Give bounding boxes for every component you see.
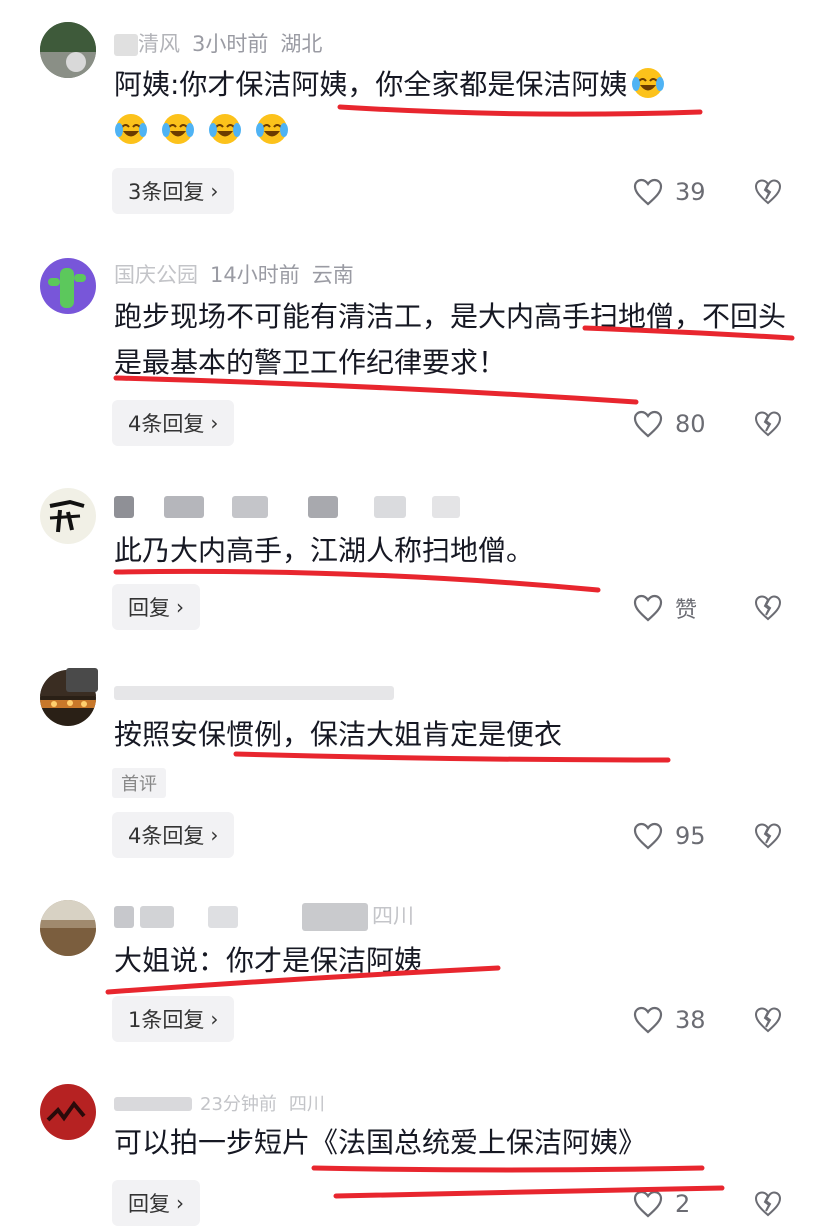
replies-label: 4条回复 bbox=[128, 412, 205, 436]
comment-meta: 国庆公园 14小时前 云南 bbox=[114, 259, 354, 289]
avatar[interactable] bbox=[40, 22, 96, 78]
time-blur bbox=[308, 496, 338, 518]
comment-text: 跑步现场不可能有清洁工，是大内高手扫地僧，不回头是最基本的警卫工作纪律要求！ bbox=[114, 300, 787, 379]
laugh-cry-emoji-icon bbox=[255, 112, 289, 146]
avatar-overlay-blur bbox=[66, 668, 98, 692]
like-button[interactable]: 38 bbox=[633, 1000, 706, 1040]
reply-button[interactable]: 回复 › bbox=[112, 584, 200, 630]
like-count: 2 bbox=[675, 1190, 691, 1218]
region-blur bbox=[374, 496, 406, 518]
dislike-broken-heart-icon[interactable] bbox=[754, 410, 782, 438]
comment-time: 3小时前 bbox=[192, 32, 269, 56]
comment-region: 四川 bbox=[288, 1094, 325, 1115]
region-blur bbox=[432, 496, 460, 518]
heart-icon bbox=[633, 594, 663, 622]
author-blur bbox=[208, 906, 238, 928]
avatar[interactable] bbox=[40, 900, 96, 956]
replies-label: 4条回复 bbox=[128, 824, 205, 848]
comment-meta: 清风 3小时前 湖北 bbox=[114, 28, 322, 58]
reply-label: 回复 bbox=[128, 596, 170, 620]
comment-meta: 四川 bbox=[114, 900, 414, 931]
comment-region: 云南 bbox=[311, 263, 354, 287]
like-button[interactable]: 2 bbox=[633, 1184, 690, 1224]
dislike-broken-heart-icon[interactable] bbox=[754, 178, 782, 206]
laugh-cry-emoji-icon bbox=[631, 66, 665, 100]
dislike-broken-heart-icon[interactable] bbox=[754, 1190, 782, 1218]
like-count: 95 bbox=[675, 822, 706, 850]
like-count: 39 bbox=[675, 178, 706, 206]
comment-meta: 23分钟前 四川 bbox=[114, 1090, 325, 1116]
like-count: 80 bbox=[675, 410, 706, 438]
laugh-cry-emoji-icon bbox=[114, 112, 148, 146]
chevron-right-icon: › bbox=[176, 595, 184, 619]
author-blur bbox=[114, 34, 138, 56]
comment-text-block: 阿姨:你才保洁阿姨，你全家都是保洁阿姨 bbox=[114, 62, 804, 154]
comment-region: 湖北 bbox=[280, 32, 323, 56]
author-name[interactable]: 清风 bbox=[138, 32, 180, 56]
reply-button[interactable]: 回复 › bbox=[112, 1180, 200, 1226]
view-replies-button[interactable]: 4条回复 › bbox=[112, 812, 235, 858]
author-blur bbox=[164, 496, 204, 518]
view-replies-button[interactable]: 4条回复 › bbox=[112, 400, 235, 446]
heart-icon bbox=[633, 178, 663, 206]
heart-icon bbox=[633, 410, 663, 438]
author-blur bbox=[114, 496, 134, 518]
red-underline bbox=[311, 1165, 705, 1173]
heart-icon bbox=[633, 822, 663, 850]
like-button[interactable]: 39 bbox=[633, 172, 706, 212]
author-blur bbox=[140, 906, 174, 928]
laugh-cry-emoji-icon bbox=[161, 112, 195, 146]
chevron-right-icon: › bbox=[210, 411, 219, 435]
heart-icon bbox=[633, 1190, 663, 1218]
like-button[interactable]: 赞 bbox=[633, 588, 697, 628]
avatar[interactable] bbox=[40, 258, 96, 314]
author-name[interactable]: 国庆公园 bbox=[114, 263, 198, 287]
like-label: 赞 bbox=[675, 598, 698, 623]
view-replies-button[interactable]: 3条回复 › bbox=[112, 168, 235, 214]
laugh-cry-emoji-icon bbox=[208, 112, 242, 146]
comment-time: 23分钟前 bbox=[200, 1094, 277, 1115]
comment-text: 按照安保惯例，保洁大姐肯定是便衣 bbox=[114, 718, 563, 751]
first-comment-badge: 首评 bbox=[112, 768, 166, 798]
dislike-broken-heart-icon[interactable] bbox=[754, 594, 782, 622]
chevron-right-icon: › bbox=[210, 179, 219, 203]
replies-label: 1条回复 bbox=[128, 1008, 205, 1032]
dislike-broken-heart-icon[interactable] bbox=[754, 822, 782, 850]
heart-icon bbox=[633, 1006, 663, 1034]
dislike-broken-heart-icon[interactable] bbox=[754, 1006, 782, 1034]
comment-text: 可以拍一步短片《法国总统爱上保洁阿姨》 bbox=[114, 1126, 647, 1159]
time-blur bbox=[302, 903, 368, 931]
comment-meta bbox=[114, 494, 460, 518]
like-button[interactable]: 95 bbox=[633, 816, 706, 856]
author-blur bbox=[114, 906, 134, 928]
avatar[interactable] bbox=[40, 488, 96, 544]
like-button[interactable]: 80 bbox=[633, 404, 706, 444]
avatar[interactable] bbox=[40, 1084, 96, 1140]
author-blur bbox=[114, 1097, 192, 1111]
replies-label: 3条回复 bbox=[128, 180, 205, 204]
chevron-right-icon: › bbox=[210, 1007, 219, 1031]
like-count: 38 bbox=[675, 1006, 706, 1034]
view-replies-button[interactable]: 1条回复 › bbox=[112, 996, 235, 1042]
time-blur bbox=[232, 496, 268, 518]
chevron-right-icon: › bbox=[210, 823, 219, 847]
comment-text: 此乃大内高手，江湖人称扫地僧。 bbox=[114, 534, 535, 567]
author-blur bbox=[114, 686, 394, 700]
reply-label: 回复 bbox=[128, 1192, 170, 1216]
comment-text: 大姐说：你才是保洁阿姨 bbox=[114, 944, 423, 977]
comment-text: 阿姨:你才保洁阿姨，你全家都是保洁阿姨 bbox=[114, 68, 628, 101]
comment-meta bbox=[114, 680, 394, 704]
chevron-right-icon: › bbox=[176, 1191, 184, 1215]
comment-time: 14小时前 bbox=[210, 263, 300, 287]
comment-region: 四川 bbox=[372, 904, 414, 928]
